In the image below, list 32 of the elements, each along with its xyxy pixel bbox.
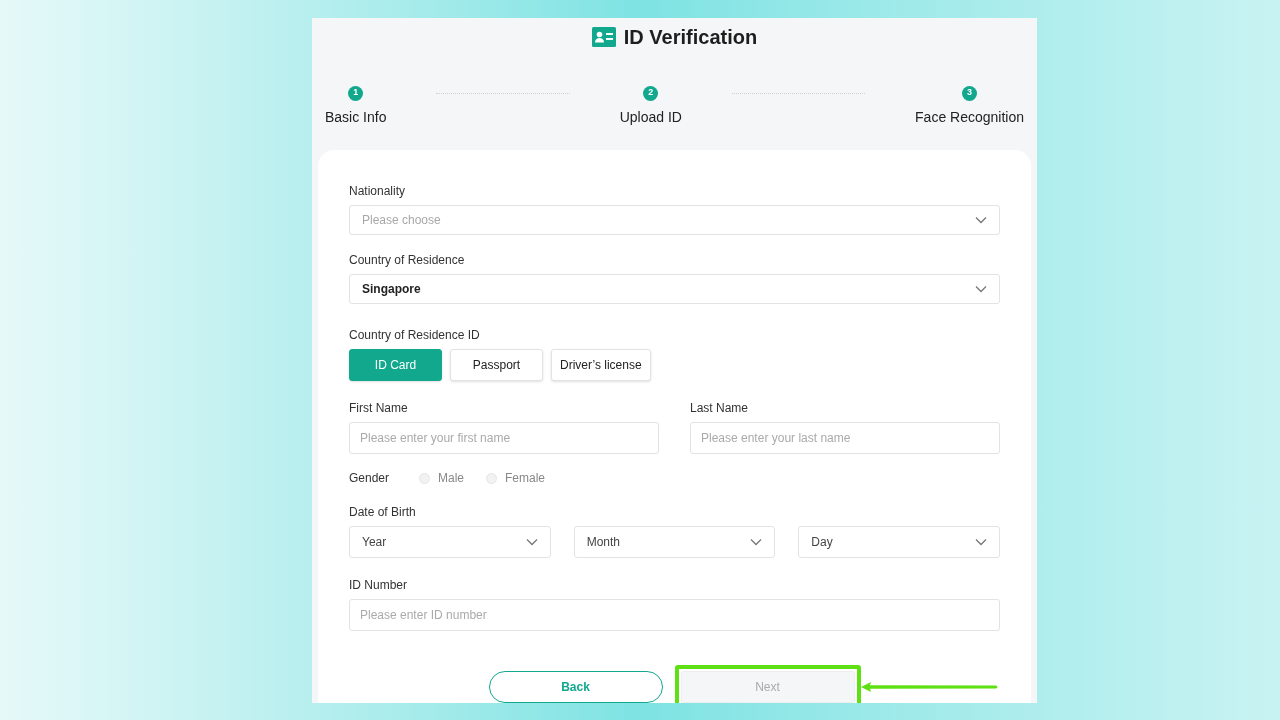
- dropdown-field[interactable]: Singapore: [349, 274, 1000, 304]
- chevron-down-icon: [525, 538, 538, 546]
- field-label: Gender: [349, 470, 391, 487]
- chevron-down-icon: [975, 538, 987, 546]
- step-label: Face Recognition: [915, 107, 1024, 127]
- field-label: First Name: [349, 400, 409, 417]
- id-card-icon: [591, 26, 616, 47]
- step-label: Basic Info: [325, 107, 387, 127]
- field-label: ID Number: [349, 577, 408, 594]
- radio-option[interactable]: Female: [486, 469, 546, 487]
- dropdown-field[interactable]: Year: [349, 526, 551, 558]
- dropdown-field[interactable]: Day: [798, 526, 1000, 558]
- field-label: Country of Residence: [349, 252, 466, 269]
- field-label: Last Name: [690, 400, 750, 417]
- radio-option[interactable]: Male: [419, 469, 464, 487]
- field-label: Date of Birth: [349, 504, 417, 521]
- chevron-down-icon: [975, 285, 987, 293]
- chevron-down-icon: [975, 216, 987, 224]
- chevron-down-icon: [750, 538, 763, 546]
- step-number: 1: [348, 85, 364, 101]
- field-label: Nationality: [349, 183, 407, 200]
- step-label: Upload ID: [619, 107, 682, 127]
- step-number: 3: [962, 85, 978, 101]
- field-label: Country of Residence ID: [349, 327, 481, 344]
- step-number: 2: [643, 85, 659, 101]
- page-title: ID Verification: [623, 24, 758, 50]
- text-field[interactable]: Please enter ID number: [349, 599, 1000, 631]
- id-type-option[interactable]: Driver’s license: [551, 349, 651, 381]
- id-type-option[interactable]: Passport: [450, 349, 543, 381]
- dropdown-field[interactable]: Month: [573, 526, 776, 558]
- text-field[interactable]: Please enter your first name: [349, 422, 659, 454]
- text-field[interactable]: Please enter your last name: [690, 422, 1000, 454]
